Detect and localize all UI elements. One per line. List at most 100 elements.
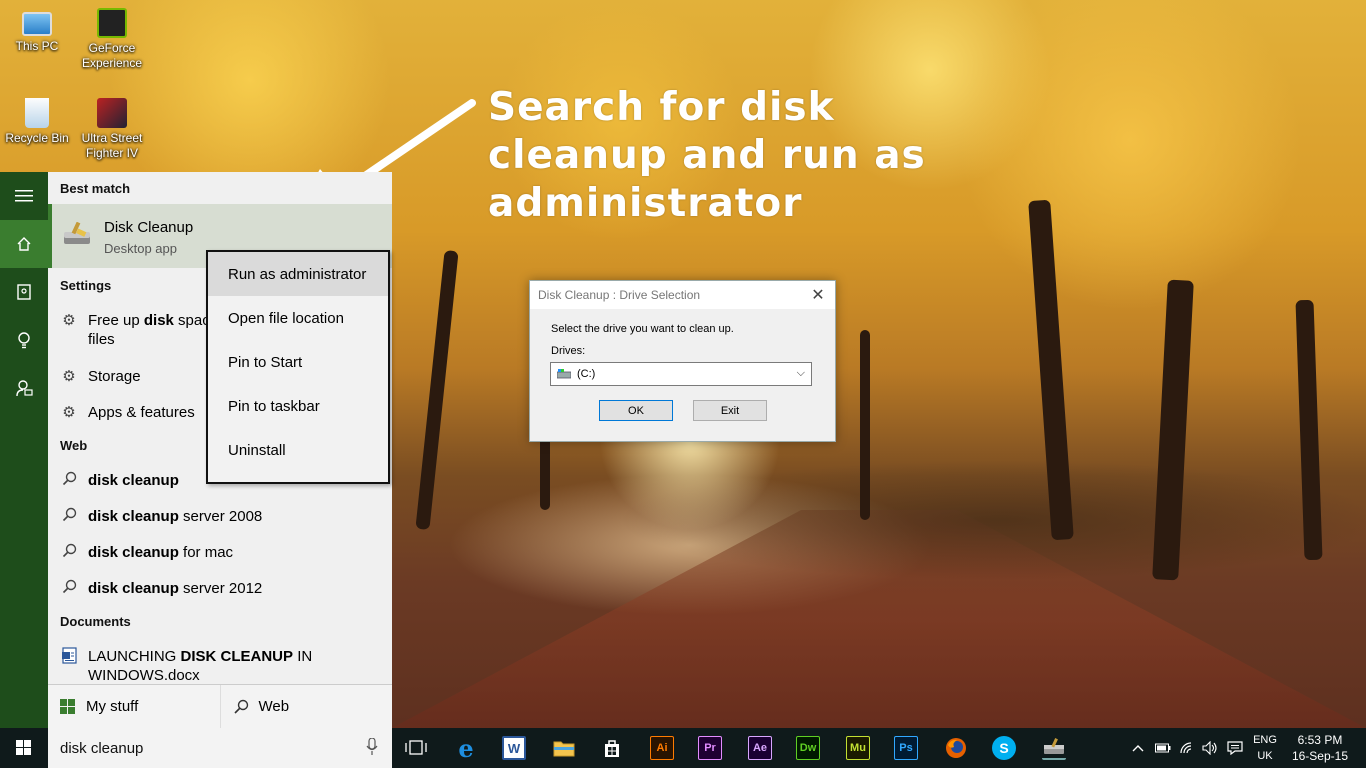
word-document-icon <box>60 647 78 669</box>
web-result-label: disk cleanup <box>88 471 179 490</box>
web-result-item[interactable]: disk cleanup <box>60 471 179 491</box>
menu-item-run-as-administrator[interactable]: Run as administrator <box>208 252 388 296</box>
desktop-icon-recycle-bin[interactable]: Recycle Bin <box>0 98 77 146</box>
label-post: server 2008 <box>178 508 263 525</box>
tray-chevron-up-icon[interactable] <box>1132 728 1144 768</box>
ok-button[interactable]: OK <box>599 400 673 421</box>
dialog-prompt: Select the drive you want to clean up. <box>551 323 734 335</box>
language-code: ENG <box>1253 734 1277 746</box>
language-region: UK <box>1257 750 1273 762</box>
desktop-icon-geforce[interactable]: GeForce Experience <box>72 8 152 71</box>
settings-item-storage[interactable]: ⚙ Storage <box>60 367 141 386</box>
web-result-label: disk cleanup for mac <box>88 543 233 562</box>
notebook-icon[interactable] <box>0 268 48 316</box>
input-language-indicator[interactable]: ENG UK <box>1252 732 1278 764</box>
settings-item-free-up-disk[interactable]: ⚙ Free up disk space files <box>60 311 218 349</box>
file-explorer-icon[interactable] <box>552 736 576 760</box>
wifi-icon[interactable] <box>1180 728 1196 768</box>
word-icon[interactable]: W <box>502 736 526 760</box>
illustrator-icon[interactable]: Ai <box>650 736 674 760</box>
disk-cleanup-icon[interactable] <box>1042 736 1066 760</box>
drive-select[interactable]: (C:) ⌵ <box>550 362 812 386</box>
context-menu: Run as administrator Open file location … <box>206 250 390 484</box>
label-post: for mac <box>178 544 234 561</box>
label-pre: Free up <box>88 312 144 329</box>
clock-time: 6:53 PM <box>1297 733 1343 747</box>
muse-icon[interactable]: Mu <box>846 736 870 760</box>
web-result-item[interactable]: disk cleanup for mac <box>60 543 233 563</box>
home-icon[interactable] <box>0 220 48 268</box>
desktop-icon-label: GeForce Experience <box>81 41 143 70</box>
store-icon[interactable] <box>600 736 624 760</box>
tab-label: Web <box>258 698 290 715</box>
desktop-icon-street-fighter[interactable]: Ultra Street Fighter IV <box>72 98 152 161</box>
windows-logo-icon <box>16 740 31 755</box>
chevron-down-icon: ⌵ <box>796 367 805 379</box>
lightbulb-icon[interactable] <box>0 316 48 364</box>
dialog-titlebar[interactable]: Disk Cleanup : Drive Selection <box>530 281 835 309</box>
menu-item-pin-to-taskbar[interactable]: Pin to taskbar <box>208 384 388 428</box>
document-result-label: LAUNCHING DISK CLEANUP IN WINDOWS.docx <box>88 647 312 685</box>
label-bold: disk <box>143 312 174 329</box>
wallpaper-tree-trunk <box>860 330 870 520</box>
search-icon <box>60 579 78 599</box>
dialog-title: Disk Cleanup : Drive Selection <box>538 288 701 302</box>
search-icon <box>60 543 78 563</box>
taskbar-search-box[interactable]: disk cleanup <box>48 728 392 768</box>
desktop-icon-this-pc[interactable]: This PC <box>0 8 77 54</box>
menu-item-open-file-location[interactable]: Open file location <box>208 296 388 340</box>
label-line2: WINDOWS.docx <box>88 667 200 684</box>
premiere-icon[interactable]: Pr <box>698 736 722 760</box>
annotation-text: Search for disk cleanup and run as admin… <box>488 85 926 226</box>
desktop-icon-label: Recycle Bin <box>5 131 69 145</box>
settings-item-label: Apps & features <box>88 404 195 421</box>
recycle-bin-icon <box>25 98 49 128</box>
drives-label: Drives: <box>551 345 586 357</box>
tab-my-stuff[interactable]: My stuff <box>48 685 220 728</box>
hamburger-menu-icon[interactable] <box>0 172 48 220</box>
menu-item-pin-to-start[interactable]: Pin to Start <box>208 340 388 384</box>
menu-item-uninstall[interactable]: Uninstall <box>208 428 388 472</box>
label-post: IN <box>293 648 313 665</box>
start-menu-rail <box>0 172 48 728</box>
photoshop-icon[interactable]: Ps <box>894 736 918 760</box>
search-filter-tabs: My stuff Web <box>48 684 392 728</box>
web-heading: Web <box>60 438 88 453</box>
best-match-subtitle: Desktop app <box>104 241 177 256</box>
settings-item-label: Storage <box>88 368 141 385</box>
nvidia-icon <box>97 8 127 38</box>
skype-icon[interactable]: S <box>992 736 1016 760</box>
search-icon <box>60 507 78 527</box>
disk-cleanup-drive-dialog: Disk Cleanup : Drive Selection ✕ Select … <box>529 280 836 442</box>
after-effects-icon[interactable]: Ae <box>748 736 772 760</box>
notifications-icon[interactable] <box>1227 728 1243 768</box>
edge-icon[interactable]: e <box>454 734 478 763</box>
close-icon[interactable]: ✕ <box>809 285 827 305</box>
firefox-icon[interactable] <box>944 736 968 760</box>
web-result-item[interactable]: disk cleanup server 2012 <box>60 579 262 599</box>
battery-icon[interactable] <box>1155 728 1171 768</box>
best-match-heading: Best match <box>60 181 131 196</box>
settings-heading: Settings <box>60 278 112 293</box>
desktop-icon-label: This PC <box>15 39 59 53</box>
gear-icon: ⚙ <box>62 368 76 385</box>
taskbar-clock[interactable]: 6:53 PM 16-Sep-15 <box>1292 732 1348 764</box>
settings-item-apps-features[interactable]: ⚙ Apps & features <box>60 403 195 422</box>
exit-button[interactable]: Exit <box>693 400 767 421</box>
label-post: server 2012 <box>178 580 263 597</box>
microphone-icon[interactable] <box>366 738 378 756</box>
settings-gear-icon: ⚙ <box>62 312 76 329</box>
wallpaper-tree-trunk <box>1028 199 1074 541</box>
selected-drive: (C:) <box>577 368 596 380</box>
clock-date: 16-Sep-15 <box>1291 749 1348 763</box>
wallpaper-tree-trunk <box>415 250 459 530</box>
web-result-item[interactable]: disk cleanup server 2008 <box>60 507 262 527</box>
volume-icon[interactable] <box>1202 728 1218 768</box>
document-result-item[interactable]: LAUNCHING DISK CLEANUP IN WINDOWS.docx <box>60 647 312 685</box>
feedback-icon[interactable] <box>0 364 48 412</box>
game-icon <box>97 98 127 128</box>
start-button[interactable] <box>0 728 48 768</box>
dreamweaver-icon[interactable]: Dw <box>796 736 820 760</box>
task-view-icon[interactable] <box>404 736 428 760</box>
tab-web[interactable]: Web <box>219 685 393 728</box>
